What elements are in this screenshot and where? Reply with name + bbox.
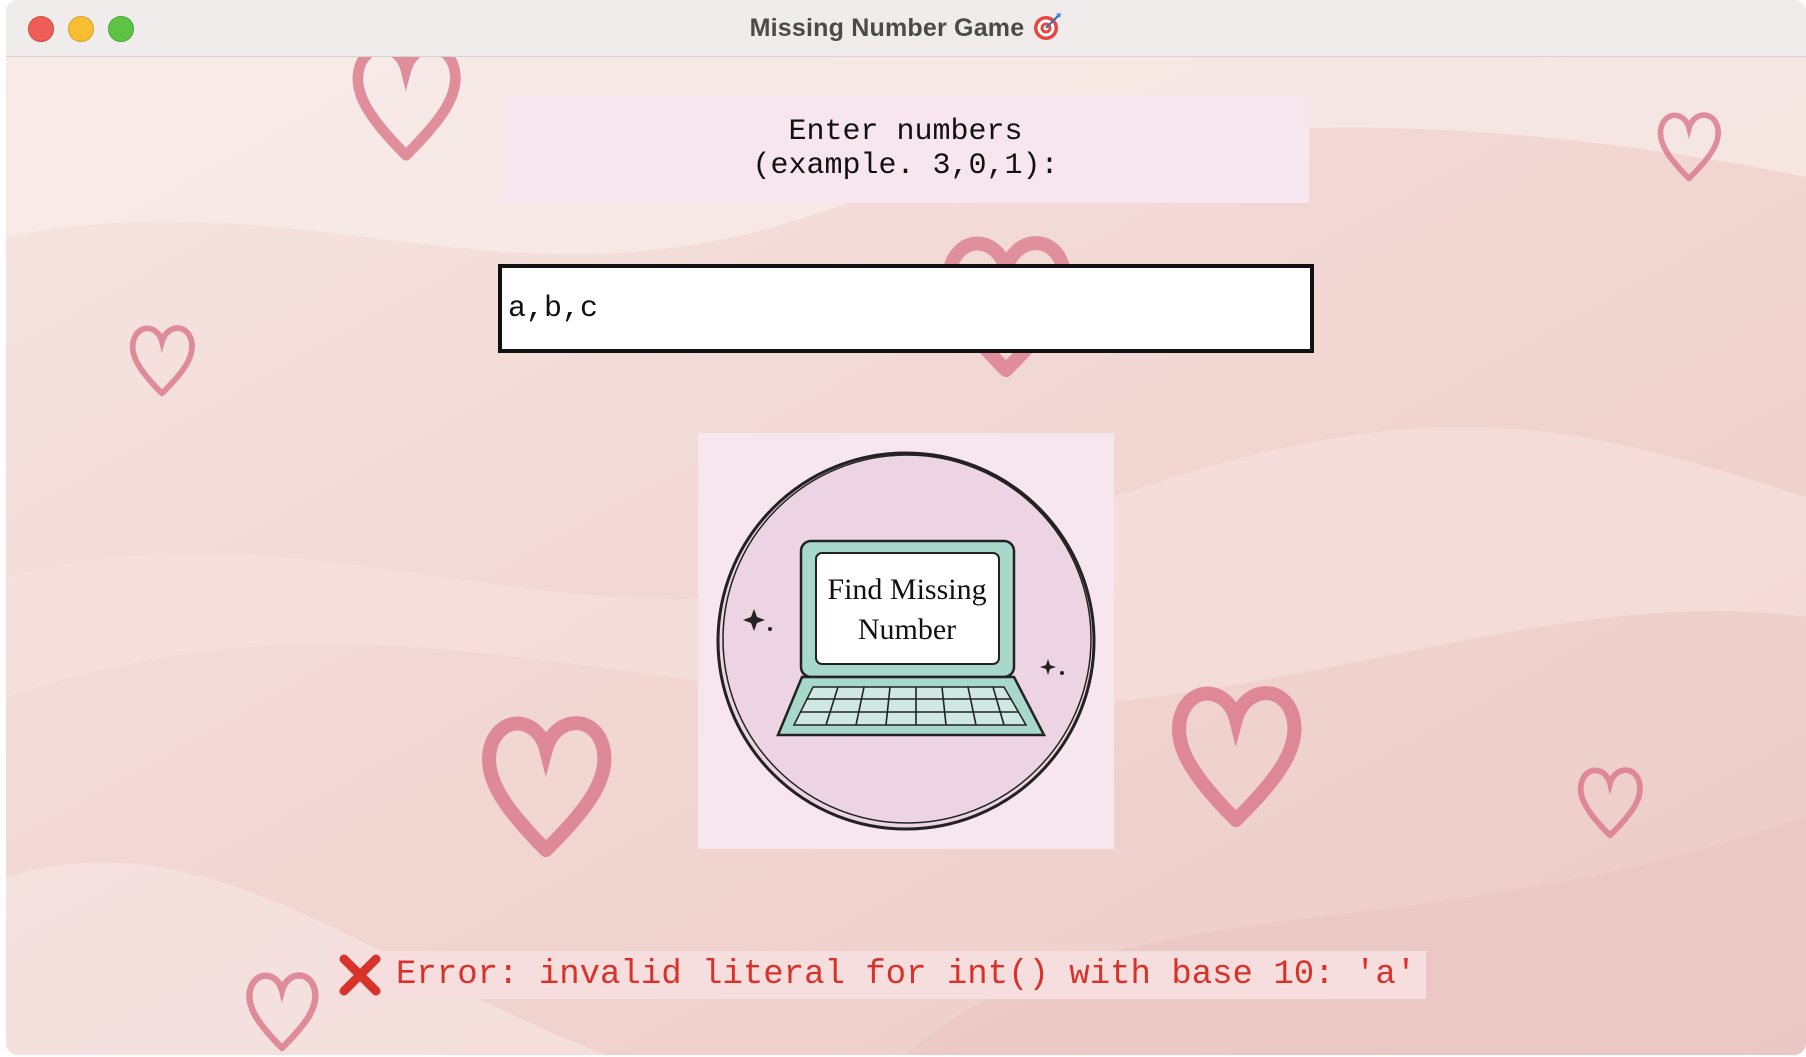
app-window: Missing Number Game Enter numbers (examp… (6, 0, 1806, 1055)
laptop-icon: Find Missing Number (716, 451, 1096, 831)
heart-decoration (352, 57, 461, 161)
heart-decoration (246, 972, 319, 1052)
heart-decoration (129, 325, 195, 397)
logo-text-line2: Number (858, 613, 956, 646)
window-title-text: Missing Number Game (749, 14, 1025, 42)
logo-text-line1: Find Missing (827, 573, 986, 606)
window-title: Missing Number Game (6, 13, 1806, 43)
heart-decoration (1171, 686, 1302, 827)
error-text: Error: invalid literal for int() with ba… (396, 956, 1417, 994)
dart-target-icon (1034, 13, 1062, 41)
prompt-label: Enter numbers (example. 3,0,1): (502, 96, 1309, 203)
heart-decoration (481, 716, 612, 857)
game-canvas: Enter numbers (example. 3,0,1): Find Mis… (6, 57, 1806, 1055)
error-message: Error: invalid literal for int() with ba… (330, 951, 1427, 999)
heart-decoration (1577, 767, 1643, 839)
numbers-input[interactable] (498, 264, 1314, 353)
heart-decoration (1657, 112, 1721, 182)
logo-image: Find Missing Number (698, 433, 1114, 849)
cross-mark-icon (339, 954, 381, 996)
title-bar: Missing Number Game (6, 0, 1806, 57)
